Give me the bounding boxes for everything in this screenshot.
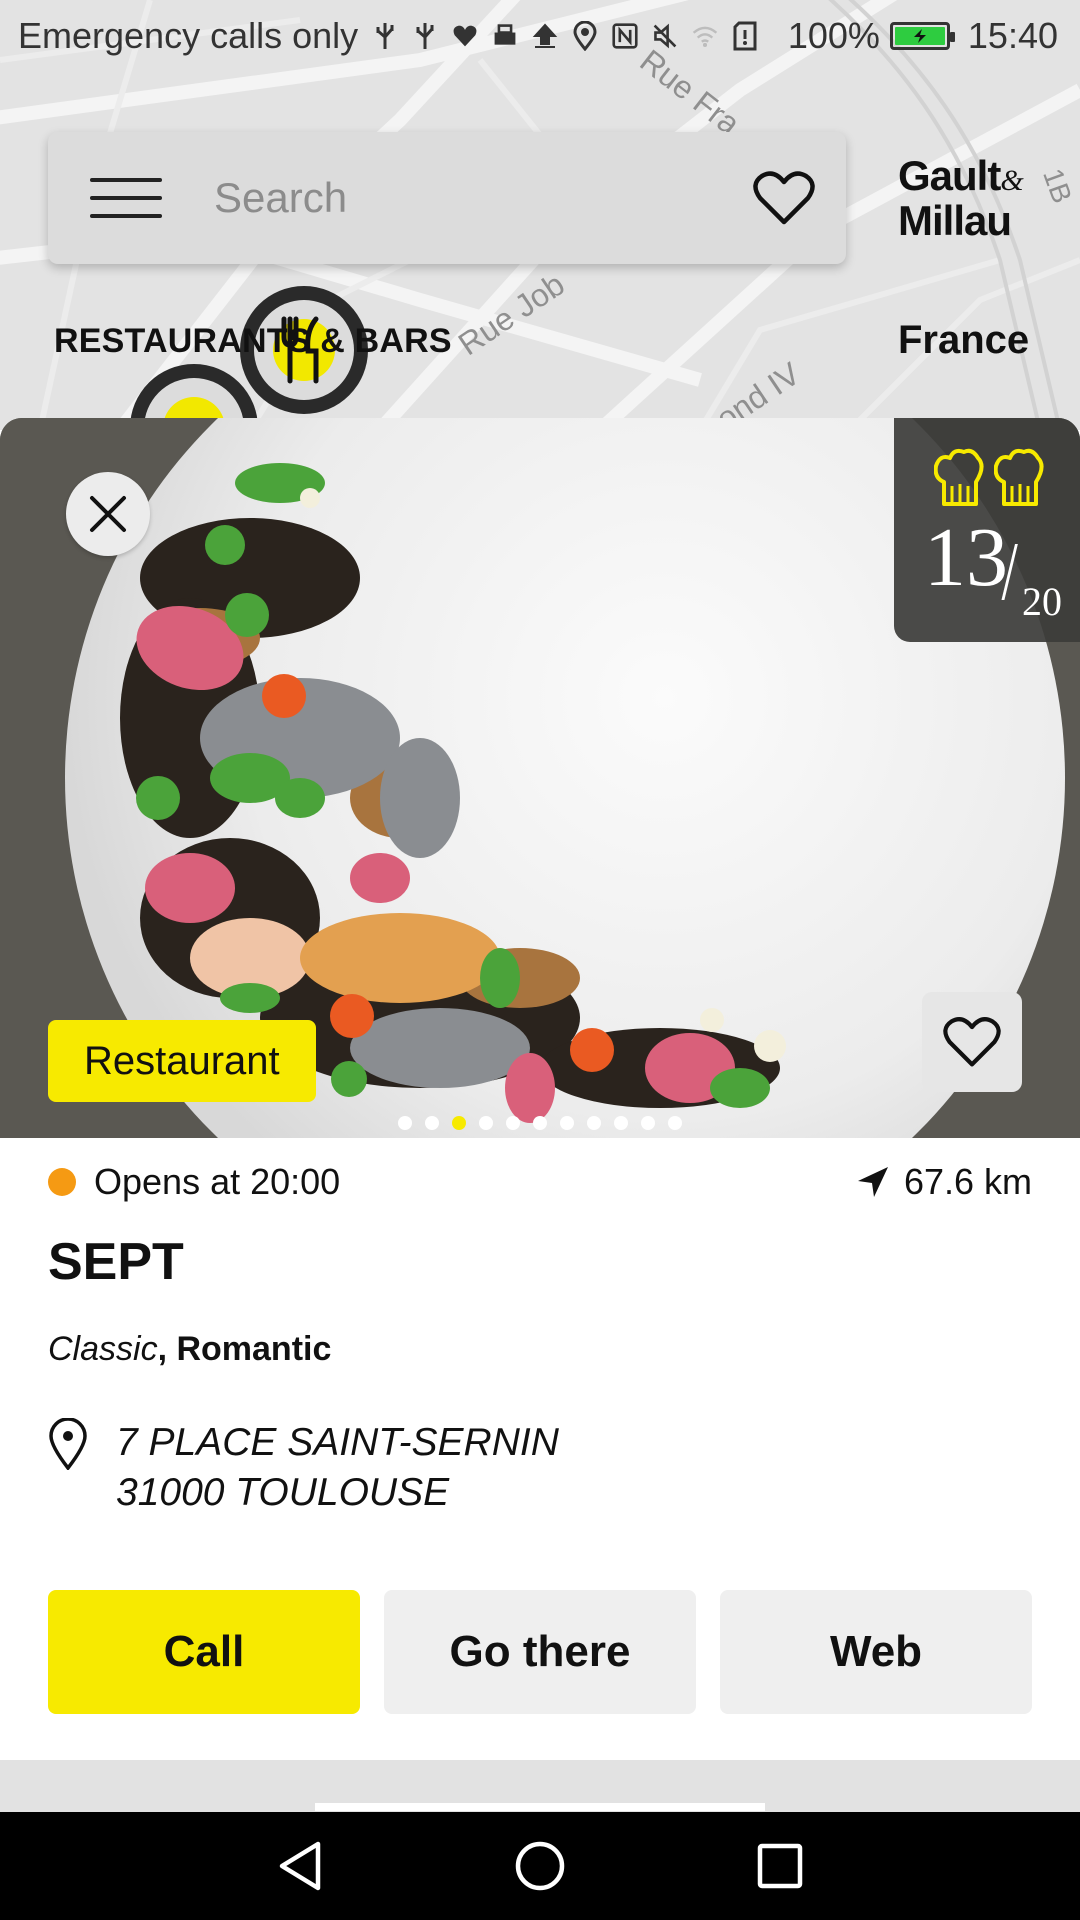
pagination-dot[interactable] [668,1116,682,1130]
address-line-1: 7 PLACE SAINT-SERNIN [116,1421,559,1464]
navigation-bar [0,1812,1080,1920]
location-pin-icon [49,1418,87,1470]
usb-icon [412,21,438,51]
pagination-dot[interactable] [641,1116,655,1130]
action-buttons: Call Go there Web [48,1590,1032,1714]
status-row: Opens at 20:00 67.6 km [48,1160,1032,1204]
clock: 15:40 [967,15,1058,56]
toque-icon [934,448,984,506]
call-button[interactable]: Call [48,1590,360,1714]
battery-charging-icon [889,22,955,50]
sheet-handle[interactable] [315,1803,765,1811]
pagination-dot[interactable] [614,1116,628,1130]
photo-pagination [398,1116,682,1130]
toque-rating [934,448,1044,508]
restaurant-name: SEPT [48,1233,184,1291]
status-bar: Emergency calls only 100% 15:40 [0,0,1080,72]
search-input[interactable] [214,174,694,222]
pagination-dot[interactable] [479,1116,493,1130]
distance: 67.6 km [856,1161,1032,1203]
sim-alert-icon [732,21,758,51]
toque-icon [994,448,1044,506]
heart-icon [943,1017,1001,1067]
recents-square-icon [757,1843,803,1889]
usb-icon [372,21,398,51]
rating-badge: 13/ 20 [894,418,1080,642]
favorite-button[interactable] [922,992,1022,1092]
mood-tag: , Romantic [157,1330,332,1368]
battery-percent: 100% [787,15,880,56]
printer-icon [492,21,518,51]
address-line-2: 31000 TOULOUSE [116,1471,450,1514]
go-there-button[interactable]: Go there [384,1590,696,1714]
pagination-dot[interactable] [533,1116,547,1130]
pagination-dot[interactable] [506,1116,520,1130]
style-tag: Classic [48,1330,158,1368]
upload-icon [532,21,558,51]
status-icons [372,21,788,51]
pagination-dot[interactable] [398,1116,412,1130]
mute-icon [652,21,678,51]
score: 13/ 20 [924,511,1062,625]
address[interactable]: 7 PLACE SAINT-SERNIN 31000 TOULOUSE [48,1418,559,1518]
region-selector[interactable]: France [898,318,1029,363]
close-button[interactable] [66,472,150,556]
navigation-arrow-icon [857,1167,888,1197]
score-value: 13 [924,511,1008,604]
distance-value: 67.6 km [903,1161,1032,1202]
health-icon [452,21,478,51]
hamburger-menu-icon[interactable] [90,178,162,218]
open-status-indicator [48,1168,76,1196]
recents-button[interactable] [660,1812,900,1920]
back-triangle-icon [279,1841,321,1891]
nfc-icon [612,21,638,51]
web-button[interactable]: Web [720,1590,1032,1714]
open-status: Opens at 20:00 [94,1161,341,1202]
pagination-dot-active[interactable] [452,1116,466,1130]
pagination-dot[interactable] [560,1116,574,1130]
restaurant-tags: Classic, Romantic [48,1330,331,1369]
carrier-text: Emergency calls only [18,15,359,56]
gault-millau-logo: Gault& Millau [898,152,1024,244]
favorites-heart-icon[interactable] [752,166,816,230]
pagination-dot[interactable] [425,1116,439,1130]
wifi-icon [692,21,718,51]
location-icon [572,21,598,51]
type-badge: Restaurant [48,1020,316,1102]
home-circle-icon [515,1841,565,1891]
home-button[interactable] [420,1812,660,1920]
score-max: 20 [1022,579,1062,624]
pagination-dot[interactable] [587,1116,601,1130]
search-bar [48,132,846,264]
category-filter[interactable]: RESTAURANTS & BARS [54,322,452,361]
back-button[interactable] [180,1812,420,1920]
close-icon [90,496,126,532]
